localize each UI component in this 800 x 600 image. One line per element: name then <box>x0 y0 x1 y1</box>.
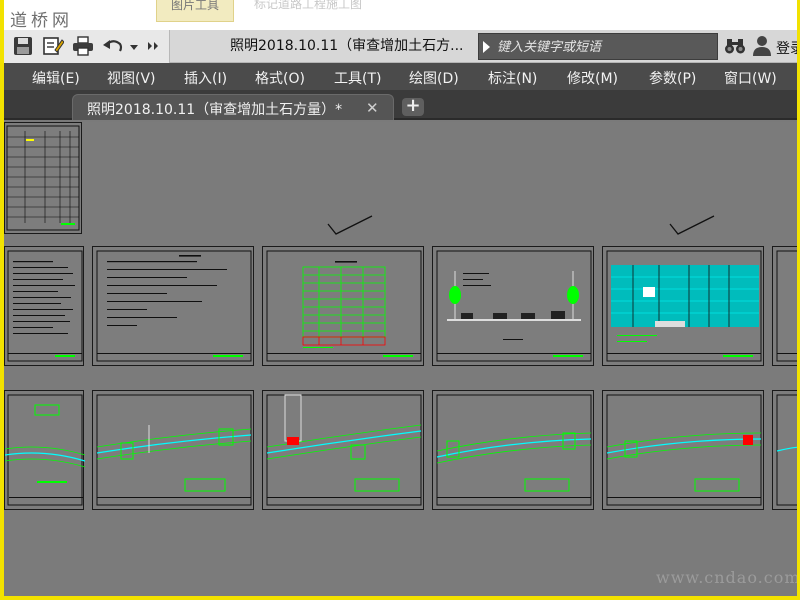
search-box[interactable] <box>478 33 718 60</box>
drawing-sheet[interactable] <box>262 390 424 510</box>
drawing-canvas[interactable] <box>4 122 797 596</box>
menu-view[interactable]: 视图(V) <box>107 68 156 88</box>
drawing-sheet[interactable] <box>92 246 254 366</box>
review-checkmark-icon <box>327 215 373 235</box>
ribbon-tab-other[interactable]: 标记道路工程施工图 <box>254 0 362 10</box>
quick-access-toolbar: 照明2018.10.11（审查增加土石方... 登录 <box>4 30 797 63</box>
close-icon[interactable]: ✕ <box>366 99 379 117</box>
drawing-sheet[interactable] <box>772 390 797 510</box>
add-tab-icon[interactable]: + <box>402 97 424 116</box>
drawing-sheet[interactable] <box>262 246 424 366</box>
document-tab-label: 照明2018.10.11（审查增加土石方量）* <box>87 102 343 118</box>
document-title: 照明2018.10.11（审查增加土石方... <box>230 38 464 54</box>
undo-icon[interactable] <box>102 36 124 56</box>
more-icon[interactable] <box>146 36 160 56</box>
binoculars-icon[interactable] <box>724 36 746 56</box>
review-checkmark-icon <box>669 215 715 235</box>
watermark: www.cndao.com <box>656 568 797 587</box>
menu-window[interactable]: 窗口(W) <box>724 68 777 88</box>
document-tab[interactable]: 照明2018.10.11（审查增加土石方量）* ✕ <box>72 94 394 120</box>
drawing-sheet[interactable] <box>432 246 594 366</box>
quick-access-buttons <box>4 30 170 63</box>
user-icon[interactable] <box>752 35 772 57</box>
site-logo: 道桥网 <box>10 11 73 31</box>
drawing-sheet[interactable] <box>602 246 764 366</box>
search-input[interactable] <box>497 37 712 57</box>
drawing-sheet[interactable] <box>602 390 764 510</box>
menu-dimension[interactable]: 标注(N) <box>488 68 537 88</box>
menu-edit[interactable]: 编辑(E) <box>32 68 80 88</box>
dropdown-icon[interactable] <box>128 36 140 56</box>
drawing-sheet[interactable] <box>4 390 85 510</box>
drawing-sheet[interactable] <box>4 246 84 366</box>
menu-parameters[interactable]: 参数(P) <box>649 68 696 88</box>
document-tab-bar: 照明2018.10.11（审查增加土石方量）* ✕ + <box>4 90 797 120</box>
print-icon[interactable] <box>72 36 94 56</box>
menu-tools[interactable]: 工具(T) <box>334 68 381 88</box>
edit-icon[interactable] <box>42 36 64 56</box>
menu-modify[interactable]: 修改(M) <box>567 68 618 88</box>
app-window: 道桥网 图片工具 标记道路工程施工图 照明2018.10.11（审查增加土石方.… <box>4 0 797 596</box>
login-link[interactable]: 登录 <box>776 38 797 58</box>
search-expand-icon[interactable] <box>483 41 490 53</box>
drawing-sheet[interactable] <box>92 390 254 510</box>
save-icon[interactable] <box>12 36 34 56</box>
drawing-sheet[interactable] <box>432 390 594 510</box>
menu-draw[interactable]: 绘图(D) <box>409 68 459 88</box>
drawing-sheet[interactable] <box>772 246 797 366</box>
drawing-sheet[interactable] <box>4 122 82 234</box>
menu-bar: 编辑(E) 视图(V) 插入(I) 格式(O) 工具(T) 绘图(D) 标注(N… <box>4 63 797 90</box>
menu-format[interactable]: 格式(O) <box>255 68 305 88</box>
menu-insert[interactable]: 插入(I) <box>184 68 227 88</box>
ribbon-strip: 道桥网 图片工具 标记道路工程施工图 <box>4 0 797 31</box>
ribbon-tab-picture-tools[interactable]: 图片工具 <box>156 0 234 22</box>
